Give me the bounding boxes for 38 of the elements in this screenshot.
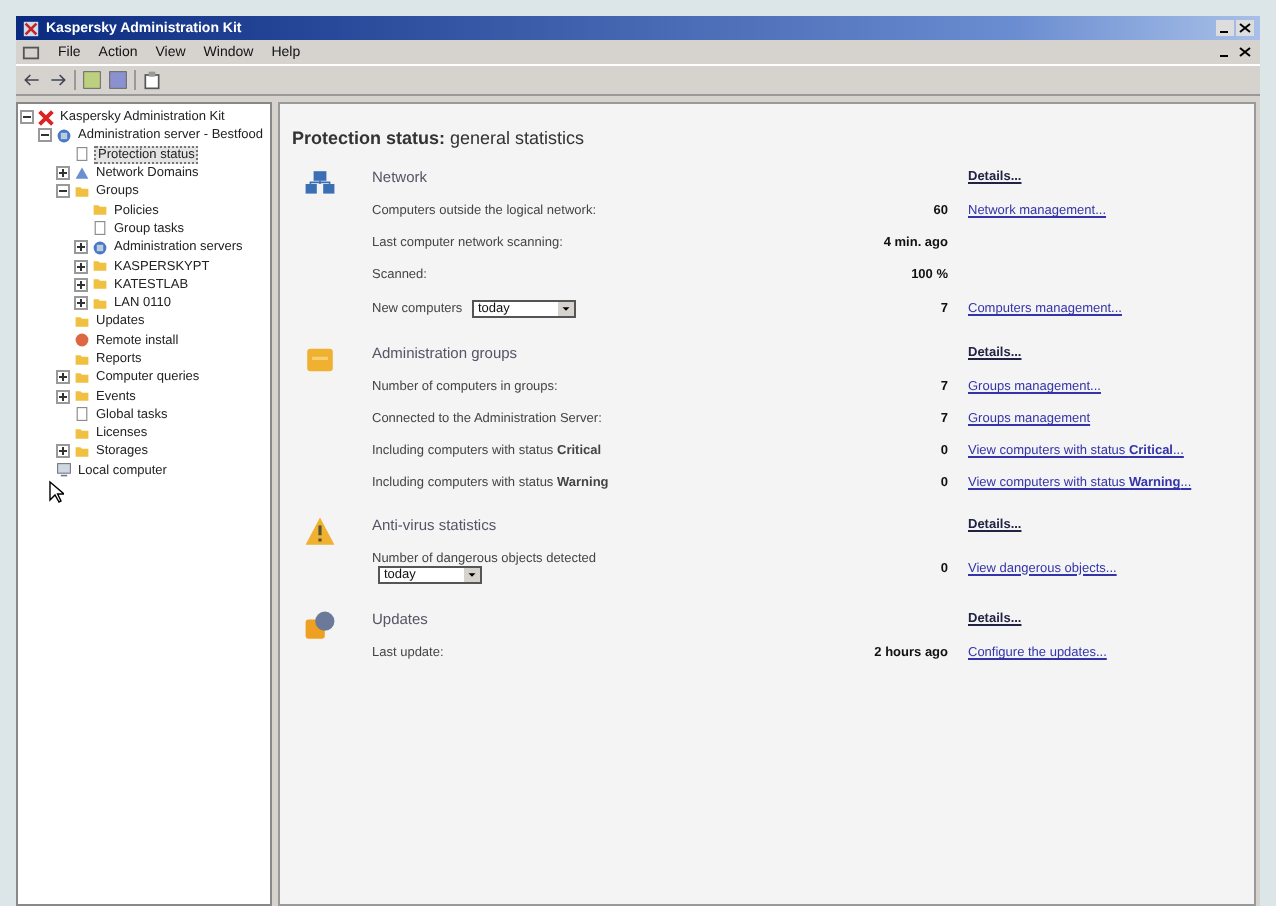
caret-icon xyxy=(464,568,480,582)
server-icon xyxy=(56,127,72,144)
expand-toggle[interactable] xyxy=(74,259,88,274)
app-icon xyxy=(22,19,40,37)
minimize-icon[interactable] xyxy=(1216,20,1234,36)
close-icon[interactable] xyxy=(1236,44,1254,60)
forward-icon[interactable] xyxy=(48,70,68,90)
page-icon xyxy=(92,220,108,237)
network-icon xyxy=(304,168,336,200)
warning-icon xyxy=(304,516,336,548)
collapse-toggle[interactable] xyxy=(20,110,34,125)
expand-toggle[interactable] xyxy=(74,240,88,255)
page-icon xyxy=(74,146,90,163)
tree-view-icon[interactable] xyxy=(82,70,102,90)
update-icon xyxy=(304,610,336,642)
page-icon xyxy=(74,406,90,423)
collapse-toggle[interactable] xyxy=(38,128,52,143)
back-icon[interactable] xyxy=(22,70,42,90)
collapse-toggle[interactable] xyxy=(56,184,70,199)
console-icon[interactable] xyxy=(22,43,40,61)
list-view-icon[interactable] xyxy=(108,70,128,90)
k-logo-icon xyxy=(38,109,54,126)
install-icon xyxy=(74,332,90,349)
computer-icon xyxy=(56,462,72,479)
expand-toggle[interactable] xyxy=(74,296,88,311)
properties-icon[interactable] xyxy=(142,70,162,90)
close-icon[interactable] xyxy=(1236,20,1254,36)
expand-toggle[interactable] xyxy=(56,370,70,385)
folder-icon xyxy=(304,344,336,376)
network-icon xyxy=(74,165,90,182)
mouse-cursor-icon xyxy=(48,479,64,504)
expand-toggle[interactable] xyxy=(74,277,88,292)
expand-toggle[interactable] xyxy=(56,444,70,459)
expand-toggle[interactable] xyxy=(56,389,70,404)
expand-toggle[interactable] xyxy=(56,166,70,181)
caret-icon xyxy=(557,302,574,316)
server-icon xyxy=(92,239,108,256)
page-heading: Protection status: general statistics xyxy=(292,128,587,148)
